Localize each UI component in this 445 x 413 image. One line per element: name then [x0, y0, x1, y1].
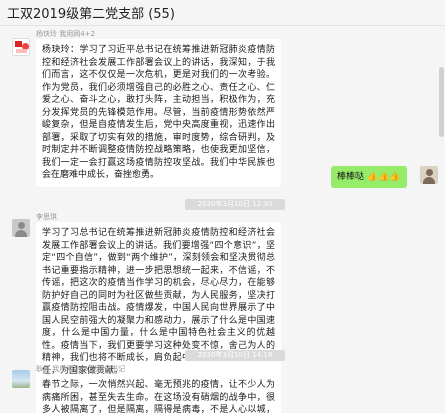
- timestamp: 2020年3月10日 12:30: [185, 199, 285, 210]
- sender-name: 李思琪: [36, 213, 57, 221]
- avatar[interactable]: [420, 166, 438, 184]
- avatar[interactable]: [12, 219, 30, 237]
- chat-message-pane[interactable]: 杨玦玲 我用网4+2 杨玦玲：学习了习近平总书记在统筹推进新冠肺炎疫情防控和经济…: [0, 27, 445, 413]
- sender-name: 杨玦玲 我用网4+2: [36, 30, 95, 38]
- thumbs-up-emoji: 👍👍👍: [366, 172, 401, 182]
- message-bubble-self[interactable]: 棒棒哒 👍👍👍: [331, 166, 407, 188]
- timestamp: 2020年3月10日 14:18: [185, 350, 285, 361]
- sender-name: 耿晨 我用网4+2 党支部书记: [36, 365, 126, 373]
- scrollbar[interactable]: [439, 67, 444, 137]
- chat-title[interactable]: 工双2019级第二党支部 (55): [7, 3, 175, 22]
- message-bubble[interactable]: 杨玦玲：学习了习近平总书记在统筹推进新冠肺炎疫情防控和经济社会发展工作部署会议上…: [36, 39, 281, 187]
- message-text: 棒棒哒: [337, 172, 365, 182]
- avatar[interactable]: [12, 370, 30, 388]
- avatar[interactable]: [12, 38, 30, 56]
- chat-title-bar: 工双2019级第二党支部 (55): [0, 0, 445, 26]
- message-bubble[interactable]: 春节之际，一次悄然兴起、毫无预兆的疫情，让不少人为病痛所困，甚至失去生命。在这场…: [36, 374, 281, 413]
